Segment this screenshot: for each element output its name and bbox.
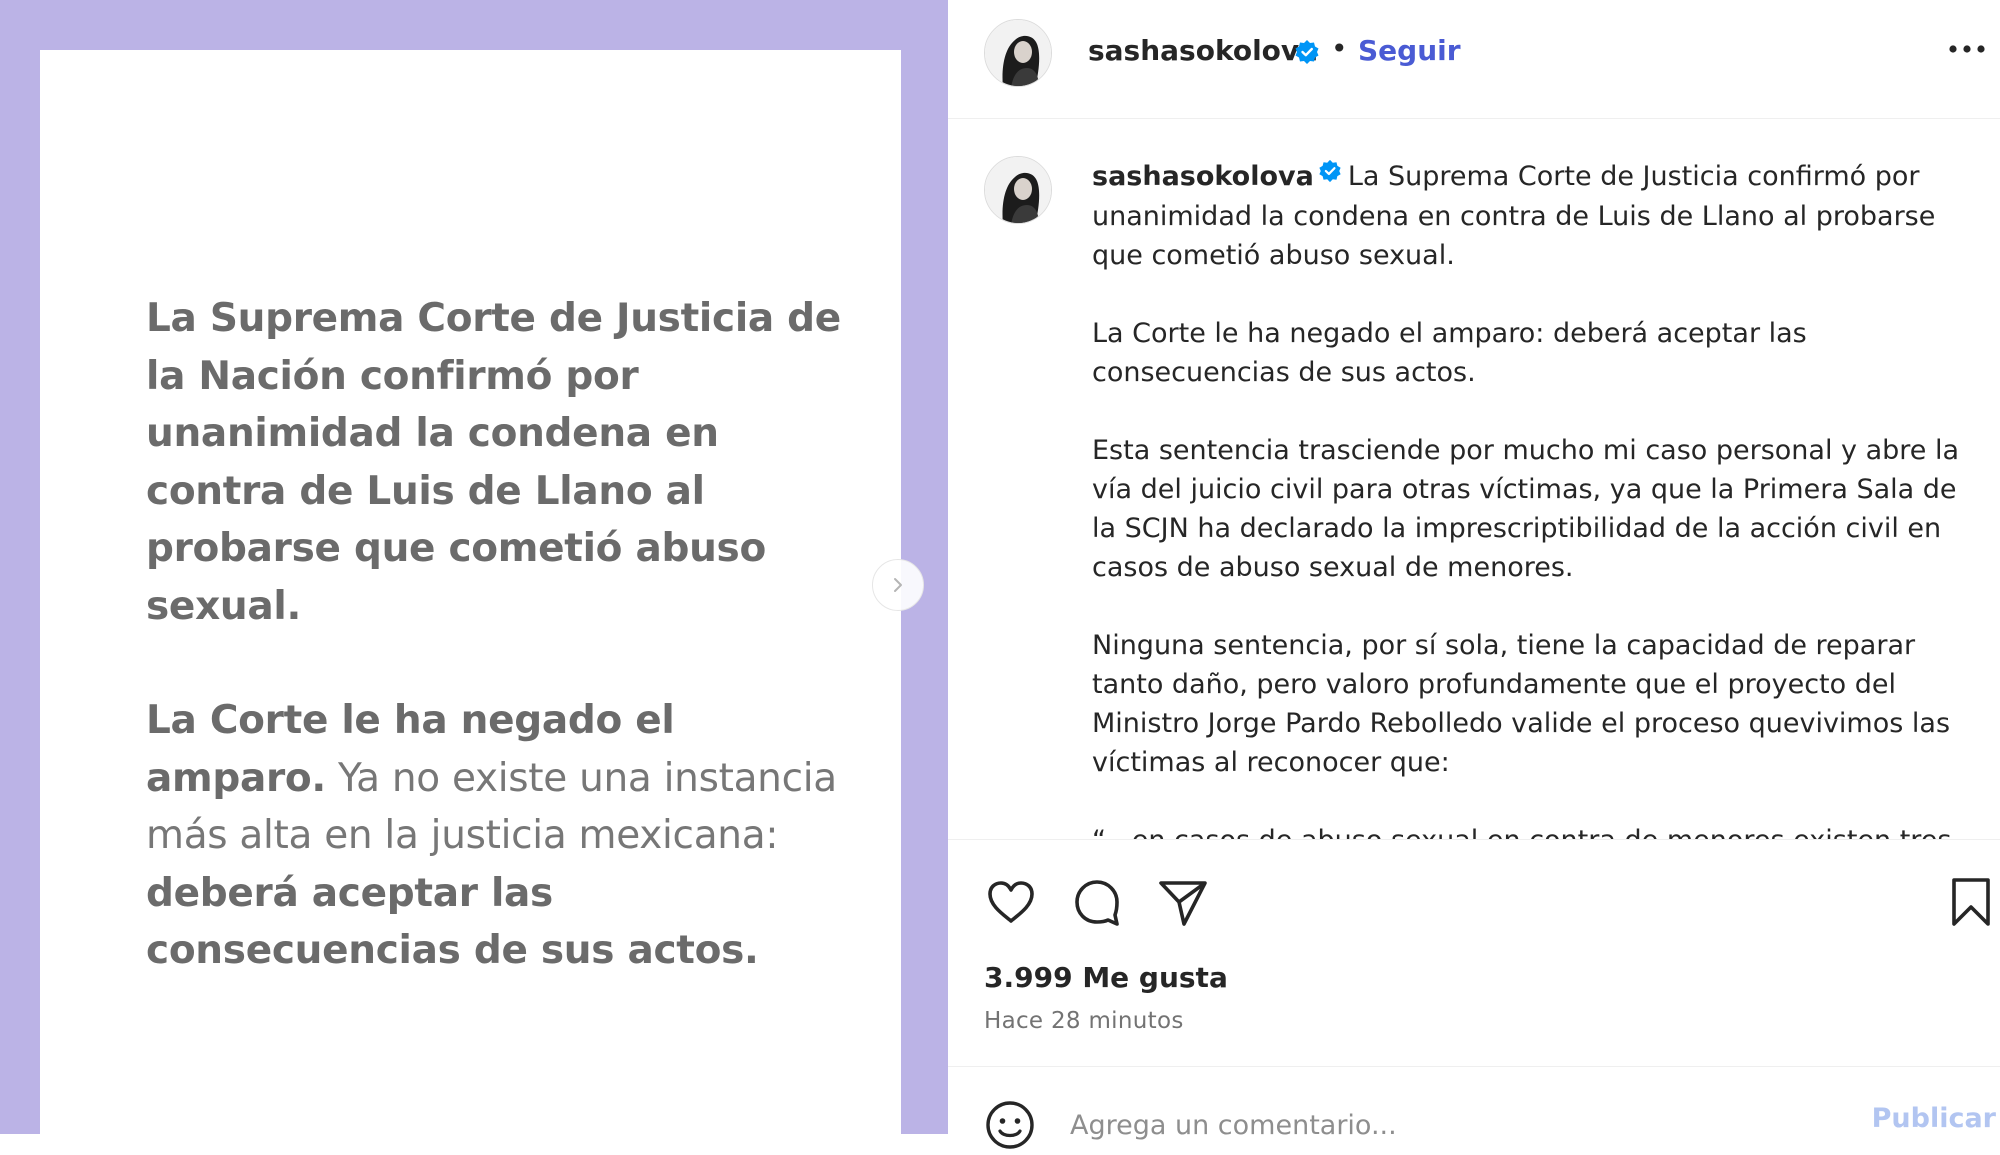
caption-paragraph-5: “...en casos de abuso sexual en contra d… <box>1092 821 1972 839</box>
publish-button[interactable]: Publicar <box>1872 1103 1996 1134</box>
next-slide-button[interactable] <box>872 559 924 611</box>
like-button[interactable] <box>984 875 1038 929</box>
avatar-image <box>985 157 1051 223</box>
post-media: La Suprema Corte de Justicia de la Nació… <box>0 0 948 1134</box>
header-username[interactable]: sashasokolova <box>1088 34 1318 67</box>
comment-composer: Publicar <box>948 1066 2000 1149</box>
caption-avatar[interactable] <box>984 156 1052 224</box>
share-icon <box>1159 881 1207 926</box>
media-paragraph-1: La Suprema Corte de Justicia de la Nació… <box>146 290 866 635</box>
heart-icon <box>988 881 1034 923</box>
caption-paragraph-3: Esta sentencia trasciende por mucho mi c… <box>1092 435 1960 583</box>
comments-scroll-area[interactable]: sashasokolova La Suprema Corte de Justici… <box>948 119 2000 840</box>
emoji-icon <box>986 1101 1034 1149</box>
media-slide: La Suprema Corte de Justicia de la Nació… <box>40 50 901 1134</box>
media-paragraph-1-text: La Suprema Corte de Justicia de la Nació… <box>146 296 841 629</box>
header-separator: • <box>1331 32 1348 65</box>
save-button[interactable] <box>1944 875 1998 929</box>
more-options-icon <box>1949 45 1985 53</box>
bookmark-icon <box>1952 878 1990 926</box>
media-paragraph-2: La Corte le ha negado el amparo. Ya no e… <box>146 692 866 980</box>
verified-badge-icon <box>1318 155 1342 194</box>
caption-username[interactable]: sashasokolova <box>1092 161 1314 192</box>
post-actions <box>948 840 2000 940</box>
more-options-button[interactable] <box>1944 34 1990 64</box>
post-sidebar: sashasokolova • Seguir sashasokolova La S… <box>948 0 2000 1149</box>
comment-icon <box>1075 880 1119 926</box>
media-text: La Suprema Corte de Justicia de la Nació… <box>146 290 866 980</box>
caption-paragraph-1: sashasokolova La Suprema Corte de Justici… <box>1092 157 1972 275</box>
avatar-image <box>985 20 1051 86</box>
likes-count[interactable]: 3.999 Me gusta <box>984 961 1228 994</box>
avatar[interactable] <box>984 19 1052 87</box>
share-button[interactable] <box>1156 875 1210 929</box>
post-caption: sashasokolova La Suprema Corte de Justici… <box>1092 157 1972 839</box>
chevron-right-icon <box>894 578 902 592</box>
caption-paragraph-2: La Corte le ha negado el amparo: deberá … <box>1092 318 1807 388</box>
emoji-button[interactable] <box>984 1099 1036 1151</box>
post-timestamp[interactable]: Hace 28 minutos <box>984 1008 1184 1034</box>
follow-button[interactable]: Seguir <box>1358 34 1461 67</box>
media-paragraph-2-bold-b: deberá aceptar las consecuencias de sus … <box>146 870 759 974</box>
post-header: sashasokolova • Seguir <box>948 0 2000 119</box>
verified-badge-icon <box>1294 39 1320 69</box>
caption-paragraph-4: Ninguna sentencia, por sí sola, tiene la… <box>1092 630 1951 778</box>
comment-button[interactable] <box>1070 875 1124 929</box>
comment-input[interactable] <box>1070 1101 1770 1149</box>
